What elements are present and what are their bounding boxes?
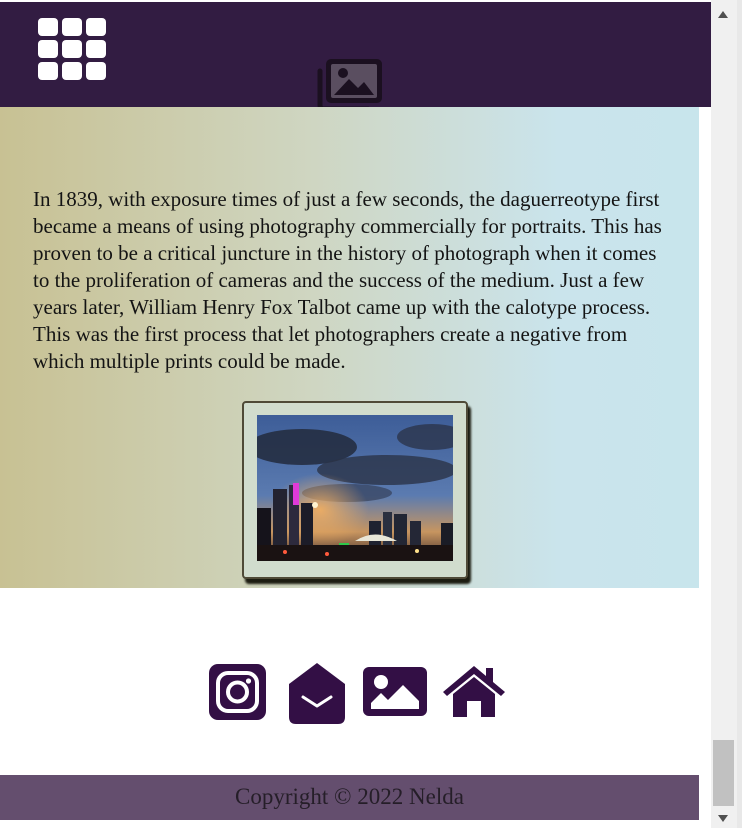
article-paragraph: In 1839, with exposure times of just a f… — [33, 187, 662, 373]
instagram-icon[interactable] — [209, 664, 266, 720]
photo-gallery-icon[interactable] — [314, 57, 384, 112]
scroll-up-arrow-icon[interactable] — [718, 11, 728, 18]
copyright-text: Copyright © 2022 Nelda — [235, 784, 464, 809]
grid-menu-icon[interactable] — [38, 18, 106, 84]
site-header — [0, 2, 711, 112]
social-links — [0, 655, 711, 730]
main-content: In 1839, with exposure times of just a f… — [0, 107, 699, 588]
site-footer: Copyright © 2022 Nelda — [0, 775, 699, 820]
window-edge — [737, 0, 742, 828]
photo-frame — [242, 401, 468, 579]
vertical-scrollbar[interactable] — [711, 0, 737, 828]
scrollbar-thumb[interactable] — [713, 740, 734, 806]
envelope-open-icon[interactable] — [284, 660, 350, 724]
scroll-down-arrow-icon[interactable] — [718, 815, 728, 822]
home-icon[interactable] — [441, 663, 507, 717]
image-icon[interactable] — [363, 667, 427, 716]
city-skyline-dusk-image — [257, 415, 453, 561]
